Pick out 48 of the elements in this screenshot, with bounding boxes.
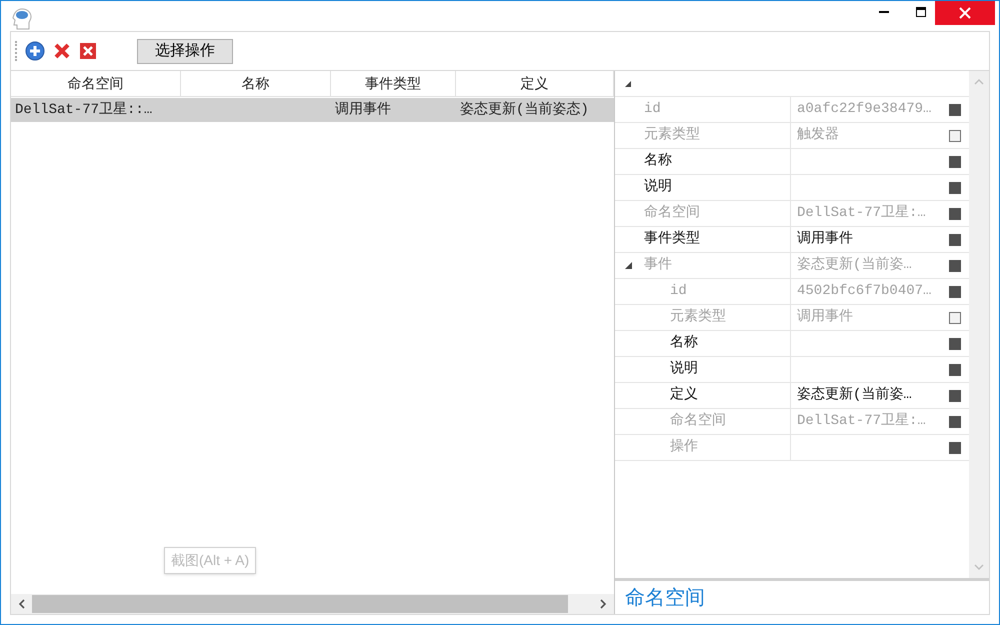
column-header[interactable]: 命名空间: [11, 71, 181, 96]
property-label: 说明: [644, 178, 672, 197]
value-marker[interactable]: [949, 234, 961, 246]
app-head-icon: [11, 7, 33, 31]
property-label: 名称: [644, 152, 672, 171]
column-header[interactable]: 事件类型: [331, 71, 456, 96]
property-value: 姿态更新(当前姿…: [797, 385, 912, 405]
property-label: 定义: [670, 385, 698, 405]
property-value: DellSat-77卫星:…: [797, 204, 926, 223]
table-cell-text: DellSat-77卫星::…: [15, 100, 152, 120]
column-header[interactable]: 定义: [456, 71, 614, 96]
table-cell-text: 调用事件: [335, 100, 391, 120]
scroll-left-icon[interactable]: [18, 599, 25, 609]
value-marker[interactable]: [949, 182, 961, 194]
property-label: 事件类型: [644, 230, 700, 249]
close-button[interactable]: [935, 1, 995, 25]
scrollbar-thumb[interactable]: [32, 595, 568, 613]
property-label: 命名空间: [644, 203, 700, 223]
property-label: 元素类型: [644, 125, 700, 145]
property-value: a0afc22f9e38479…: [797, 100, 932, 119]
property-label: 命名空间: [670, 411, 726, 431]
property-description: 命名空间: [625, 586, 705, 610]
property-label: 操作: [670, 438, 698, 457]
property-value: 调用事件: [797, 308, 853, 327]
table-cell-text: 姿态更新(当前姿态): [460, 100, 589, 120]
property-value: 调用事件: [797, 230, 853, 249]
select-operation-button[interactable]: 选择操作: [137, 38, 233, 64]
close-icon: [959, 7, 971, 19]
property-label: id: [644, 100, 661, 119]
property-label: 说明: [670, 360, 698, 379]
scroll-right-icon[interactable]: [600, 599, 607, 609]
tooltip: 截图(Alt + A): [164, 547, 256, 574]
property-label: id: [670, 282, 687, 301]
delete-icon[interactable]: [53, 42, 71, 60]
property-value: 姿态更新(当前姿…: [797, 255, 912, 275]
table-row[interactable]: DellSat-77卫星::… 调用事件 姿态更新(当前姿态): [11, 98, 614, 122]
horizontal-scrollbar[interactable]: [11, 594, 614, 614]
clear-icon[interactable]: [79, 42, 97, 60]
property-label: 名称: [670, 334, 698, 353]
property-value: DellSat-77卫星:…: [797, 412, 926, 431]
property-value: 触发器: [797, 126, 839, 145]
property-label: 元素类型: [670, 307, 726, 327]
value-marker[interactable]: [949, 156, 961, 168]
column-header[interactable]: 名称: [181, 71, 331, 96]
property-label: 事件: [644, 256, 672, 275]
add-icon[interactable]: [25, 41, 45, 61]
expander-icon[interactable]: [625, 80, 631, 86]
property-value: 4502bfc6f7b0407…: [797, 282, 932, 301]
